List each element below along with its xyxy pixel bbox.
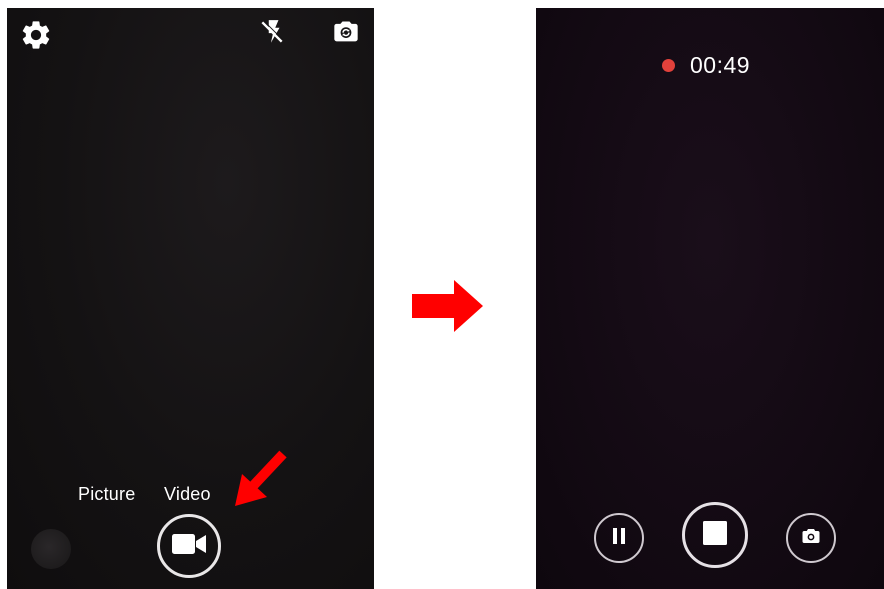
snapshot-button[interactable] [786, 513, 836, 563]
arrow-down-left-icon [229, 450, 289, 512]
mode-video-tab[interactable]: Video [164, 484, 211, 505]
camera-screen-recording: 00:49 [536, 8, 884, 589]
arrow-right-icon [410, 278, 484, 334]
pause-icon [611, 527, 627, 550]
mode-picture-tab[interactable]: Picture [78, 484, 135, 505]
recording-indicator-dot [662, 59, 675, 72]
camera-screen-before: Picture Video [7, 8, 374, 589]
gear-icon[interactable] [19, 18, 53, 52]
stop-button[interactable] [682, 502, 748, 568]
flash-off-icon[interactable] [259, 18, 285, 46]
pause-button[interactable] [594, 513, 644, 563]
gallery-thumbnail[interactable] [31, 529, 71, 569]
recording-timer: 00:49 [690, 52, 751, 78]
video-camera-icon [171, 532, 207, 561]
stop-icon [703, 520, 727, 550]
record-button[interactable] [157, 514, 221, 578]
camera-snapshot-icon [802, 528, 820, 549]
camera-switch-icon[interactable] [332, 18, 360, 46]
